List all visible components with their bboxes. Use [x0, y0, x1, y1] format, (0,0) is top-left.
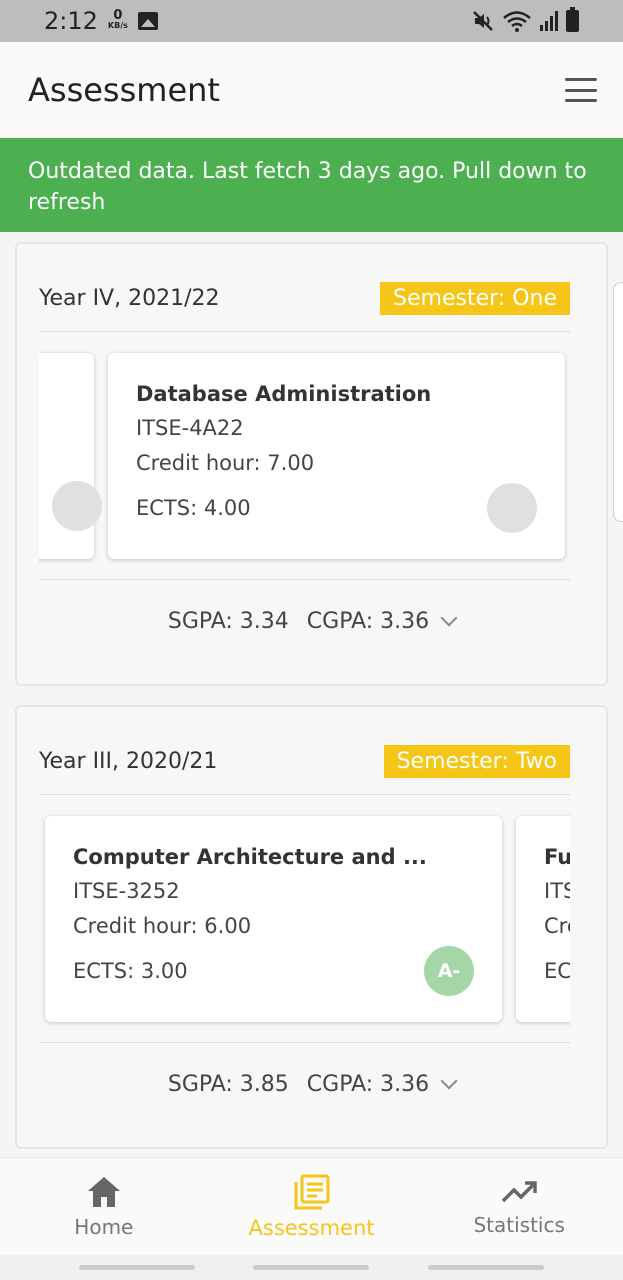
divider: [39, 331, 570, 332]
course-code: ITSE-4A22: [136, 416, 244, 440]
nav-label: Statistics: [473, 1212, 565, 1237]
sgpa-value: SGPA: 3.85: [167, 1071, 289, 1097]
divider: [39, 579, 570, 580]
trending-up-icon: [501, 1180, 537, 1202]
course-name: Database Administration: [136, 382, 432, 406]
grade-badge: A-: [424, 946, 474, 996]
mute-icon: [473, 11, 493, 31]
year-label: Year III, 2020/21: [39, 748, 218, 774]
semester-badge: Semester: Two: [383, 744, 570, 778]
nav-statistics[interactable]: Statistics: [415, 1158, 623, 1255]
signal-icon: [540, 11, 558, 31]
chevron-down-icon[interactable]: [440, 609, 458, 627]
nav-label: Assessment: [248, 1215, 375, 1240]
sgpa-value: SGPA: 3.34: [167, 608, 289, 634]
course-code: ITS: [544, 879, 570, 903]
year-label: Year IV, 2021/22: [39, 285, 220, 311]
course-card[interactable]: Database Administration ITSE-4A22 Credit…: [108, 353, 565, 559]
status-bar: 2:12 0 KB/s: [0, 0, 623, 42]
year-card: Year IV, 2021/22 Semester: One Database …: [15, 242, 608, 686]
ects-value: ECTS: 4.00: [136, 496, 251, 520]
gpa-summary[interactable]: SGPA: 3.85 CGPA: 3.36: [17, 1064, 606, 1104]
course-code: ITSE-3252: [73, 879, 180, 903]
course-carousel[interactable]: Computer Architecture and ... ITSE-3252 …: [39, 810, 570, 1030]
outdated-data-banner[interactable]: Outdated data. Last fetch 3 days ago. Pu…: [0, 138, 623, 232]
network-speed: 0 KB/s: [107, 8, 128, 30]
course-card[interactable]: Computer Architecture and ... ITSE-3252 …: [45, 816, 502, 1022]
chevron-down-icon[interactable]: [440, 1072, 458, 1090]
credit-hour: Credit hour: 7.00: [136, 451, 315, 475]
wifi-icon: [503, 11, 531, 32]
divider: [39, 1042, 570, 1043]
battery-icon: [566, 7, 579, 32]
assessment-icon: [294, 1174, 329, 1209]
home-icon: [87, 1176, 120, 1207]
menu-icon[interactable]: [565, 78, 597, 102]
nav-home[interactable]: Home: [0, 1158, 208, 1255]
nav-label: Home: [74, 1214, 134, 1239]
grade-circle: [487, 483, 537, 533]
cgpa-value: CGPA: 3.36: [306, 608, 430, 634]
credit-hour: Credit hour: 6.00: [73, 914, 252, 938]
bottom-navigation: Home Assessment Statistics: [0, 1157, 623, 1255]
course-card-partial[interactable]: [39, 353, 102, 559]
credit-hour: Cre: [544, 914, 570, 938]
ects-value: EC: [544, 959, 570, 983]
course-card-partial[interactable]: Fu ITS Cre EC: [516, 816, 570, 1022]
gesture-bar: [0, 1255, 623, 1280]
year-card: Year III, 2020/21 Semester: Two Computer…: [15, 705, 608, 1149]
ects-value: ECTS: 3.00: [73, 959, 188, 983]
divider: [39, 794, 570, 795]
gpa-summary[interactable]: SGPA: 3.34 CGPA: 3.36: [17, 601, 606, 641]
assessment-list[interactable]: Year IV, 2021/22 Semester: One Database …: [0, 232, 623, 1157]
course-carousel[interactable]: Database Administration ITSE-4A22 Credit…: [39, 347, 570, 567]
semester-badge: Semester: One: [380, 281, 570, 315]
page-title: Assessment: [28, 71, 220, 109]
status-time: 2:12: [44, 7, 98, 35]
nav-assessment[interactable]: Assessment: [208, 1158, 416, 1255]
app-bar: Assessment: [0, 42, 623, 138]
cgpa-value: CGPA: 3.36: [306, 1071, 430, 1097]
course-name: Computer Architecture and ...: [73, 845, 427, 869]
grade-circle: [52, 481, 102, 531]
scroll-indicator[interactable]: [613, 282, 623, 522]
course-name: Fu: [544, 845, 570, 869]
image-notification-icon: [137, 12, 158, 30]
